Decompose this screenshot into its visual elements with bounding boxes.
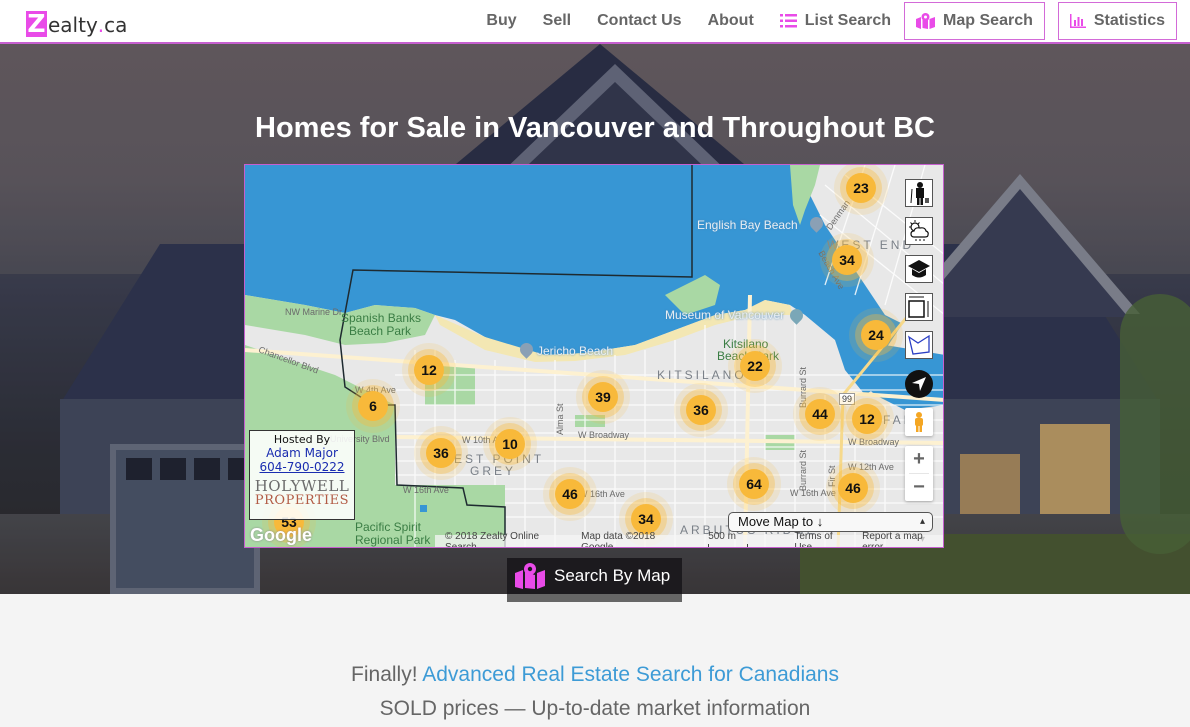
schools-tool-button[interactable]: [905, 255, 933, 283]
bar-chart-icon: [1069, 14, 1086, 28]
search-by-map-button[interactable]: Search By Map: [507, 558, 682, 602]
map-widget[interactable]: English Bay Beach Museum of Vancouver WE…: [244, 164, 944, 548]
listing-cluster-marker[interactable]: 34: [832, 245, 862, 275]
map-label-w-broadway: W Broadway: [578, 430, 630, 440]
map-label-w-broadway-2: W Broadway: [848, 437, 900, 447]
listing-cluster-marker[interactable]: 24: [861, 320, 891, 350]
map-scale: 500 m: [698, 531, 784, 547]
map-label-w16th-3: W 16th Ave: [790, 488, 836, 498]
listing-cluster-marker[interactable]: 6: [358, 391, 388, 421]
intro-subtitle: SOLD prices — Up-to-date market informat…: [379, 697, 811, 720]
move-map-to-value: Move Map to ↓: [738, 514, 824, 529]
search-by-map-label: Search By Map: [554, 566, 671, 585]
listing-cluster-marker[interactable]: 64: [739, 469, 769, 499]
zoom-in-button[interactable]: +: [905, 446, 933, 473]
map-marker-icon: [515, 563, 545, 589]
listing-cluster-marker[interactable]: 23: [846, 173, 876, 203]
listing-cluster-marker[interactable]: 36: [686, 395, 716, 425]
report-map-error-link[interactable]: Report a map error: [862, 531, 943, 547]
street-view-pegman[interactable]: [905, 408, 933, 436]
nav-map-search-label: Map Search: [943, 12, 1033, 29]
logo-text: ealty: [48, 13, 98, 37]
zealty-logo[interactable]: Zealty. ca: [26, 7, 127, 37]
nav-list-search[interactable]: List Search: [779, 12, 892, 30]
dimensions-icon: [908, 296, 929, 318]
map-label-kitsilano: KITSILANO: [657, 368, 747, 382]
nav-statistics-label: Statistics: [1093, 12, 1165, 29]
nav-contact-us[interactable]: Contact Us: [597, 12, 681, 30]
map-marker-icon: [916, 13, 936, 29]
intro-prefix: Finally!: [351, 663, 418, 686]
logo-tld: ca: [104, 13, 128, 37]
inspector-person-icon: [910, 182, 929, 205]
draw-area-tool-button[interactable]: [905, 331, 933, 359]
listing-cluster-marker[interactable]: 12: [852, 404, 882, 434]
map-label-jericho: Jericho Beach: [537, 344, 614, 358]
nav-statistics[interactable]: Statistics: [1057, 2, 1177, 40]
map-label-nw-marine: NW Marine Dr: [285, 307, 343, 317]
map-label-museum: Museum of Vancouver: [665, 308, 785, 322]
weather-tool-button[interactable]: [905, 217, 933, 245]
hero-title: Homes for Sale in Vancouver and Througho…: [255, 112, 935, 144]
zoom-controls: + −: [905, 446, 933, 501]
listing-cluster-marker[interactable]: 46: [555, 479, 585, 509]
map-label-burrard-2: Burrard St: [798, 449, 808, 491]
map-label-burrard: Burrard St: [798, 366, 808, 408]
locate-me-button[interactable]: [905, 370, 933, 398]
map-label-spanish-banks-2: Beach Park: [349, 324, 412, 338]
inspector-tool-button[interactable]: [905, 179, 933, 207]
list-icon: [779, 14, 797, 28]
listing-cluster-marker[interactable]: 39: [588, 382, 618, 412]
pegman-icon: [915, 412, 923, 432]
dimensions-tool-button[interactable]: [905, 293, 933, 321]
listing-cluster-marker[interactable]: 34: [631, 504, 661, 534]
highway-99-shield: 99: [839, 393, 856, 405]
logo-letter: Z: [26, 9, 47, 38]
brokerage-logo-line2: PROPERTIES: [254, 493, 350, 508]
nav-buy[interactable]: Buy: [486, 12, 516, 30]
map-attribution-bar: © 2018 Zealty Online Search Map data ©20…: [435, 531, 943, 547]
advanced-search-link[interactable]: Advanced Real Estate Search for Canadian…: [422, 663, 839, 686]
map-label-fir: Fir St: [827, 465, 837, 488]
google-logo: Google: [250, 525, 312, 545]
weather-cloud-icon: [909, 220, 929, 241]
nav-list-search-label: List Search: [804, 12, 892, 29]
map-label-pacific-spirit: Pacific Spirit: [355, 520, 422, 534]
zoom-out-button[interactable]: −: [905, 474, 933, 501]
listing-cluster-marker[interactable]: 22: [740, 351, 770, 381]
listing-cluster-marker[interactable]: 12: [414, 355, 444, 385]
nav-map-search[interactable]: Map Search: [904, 2, 1045, 40]
nav-sell[interactable]: Sell: [543, 12, 571, 30]
map-label-w16th-2: W 16th Ave: [579, 489, 625, 499]
map-label-pacific-spirit-2: Regional Park: [355, 533, 431, 547]
agent-phone-link[interactable]: 604-790-0222: [250, 460, 354, 474]
listing-cluster-marker[interactable]: 36: [426, 438, 456, 468]
map-label-alma: Alma St: [555, 403, 565, 435]
listing-cluster-marker[interactable]: 44: [805, 399, 835, 429]
terms-of-use-link[interactable]: Terms of Use: [794, 531, 852, 547]
listing-cluster-marker[interactable]: 46: [838, 473, 868, 503]
scale-label: 500 m: [708, 531, 736, 542]
map-label-west-point-grey-2: GREY: [470, 464, 517, 478]
map-label-english-bay-beach: English Bay Beach: [697, 218, 798, 232]
map-label-w12th: W 12th Ave: [848, 462, 894, 472]
move-map-to-select[interactable]: Move Map to ↓ ▴▾: [728, 512, 933, 545]
nav-about[interactable]: About: [708, 12, 754, 30]
intro-tagline: Finally! Advanced Real Estate Search for…: [0, 663, 1190, 687]
top-navbar: Zealty. ca Buy Sell Contact Us About List…: [0, 0, 1190, 44]
draw-polygon-icon: [907, 334, 930, 355]
scale-bar: [708, 544, 749, 547]
listing-cluster-marker[interactable]: 10: [495, 429, 525, 459]
agent-name[interactable]: Adam Major: [250, 446, 354, 460]
brokerage-logo-line1: HOLYWELL: [254, 477, 350, 495]
graduation-cap-icon: [908, 260, 930, 278]
map-label-w16th: W 16th Ave: [403, 485, 449, 495]
hosted-by-heading: Hosted By: [273, 433, 331, 446]
navigation-arrow-icon: [912, 377, 926, 391]
map-label-spanish-banks: Spanish Banks: [341, 311, 422, 325]
nav-links: Buy Sell Contact Us About List Search Ma…: [460, 0, 1190, 42]
map-data-text: Map data ©2018 Google: [581, 531, 656, 548]
copyright-text: © 2018 Zealty Online Search: [445, 531, 540, 548]
hosted-by-card: Hosted By Adam Major 604-790-0222 HOLYWE…: [249, 430, 355, 520]
